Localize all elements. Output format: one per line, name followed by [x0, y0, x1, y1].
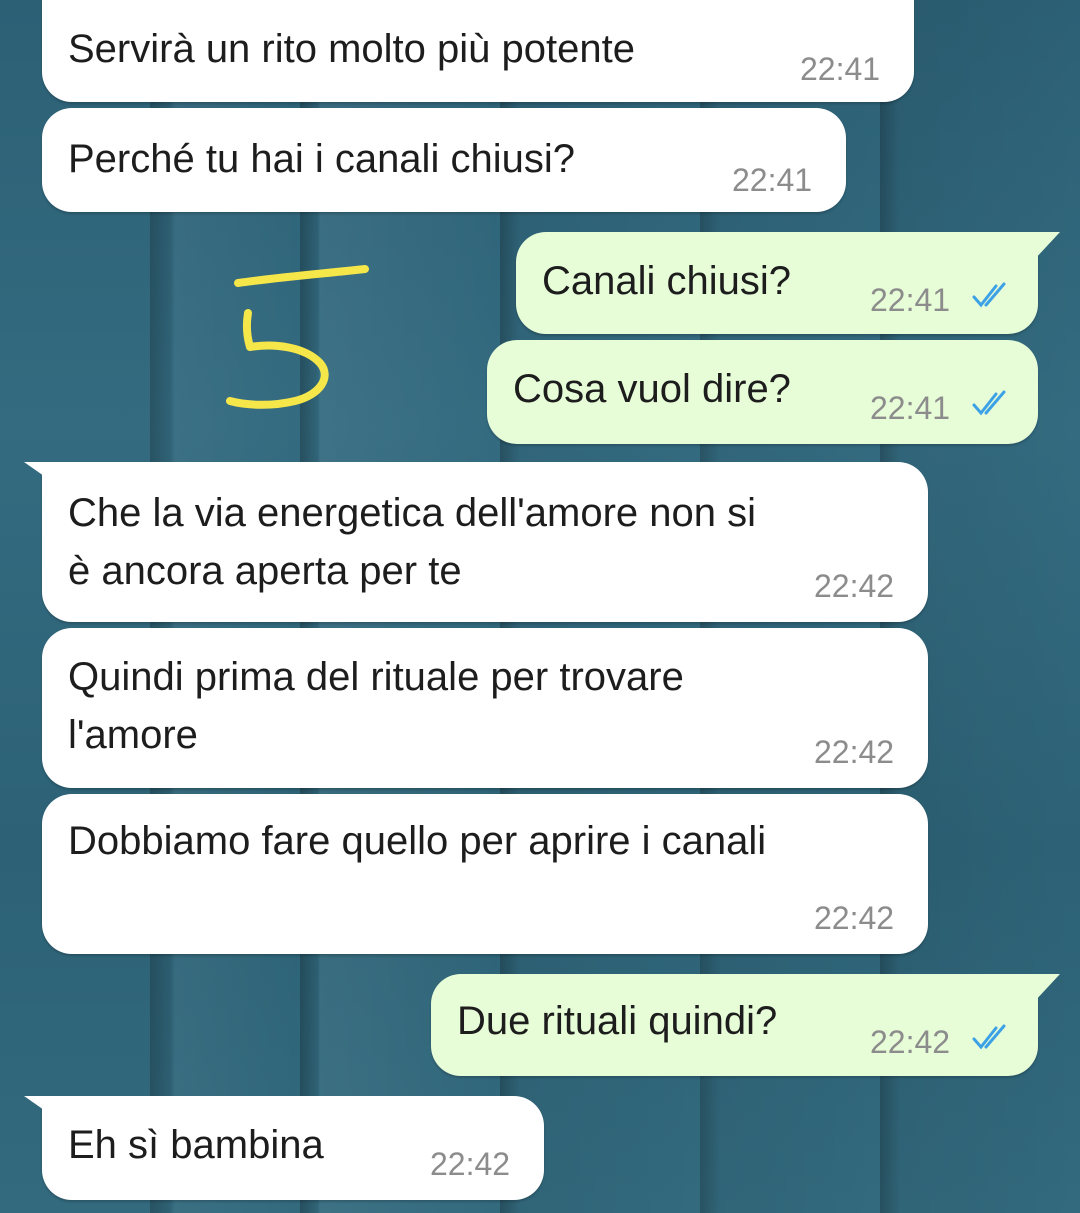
bubble-tail [1016, 974, 1060, 1002]
bubble-tail [24, 462, 64, 490]
message-time: 22:42 [814, 568, 895, 604]
message-time: 22:41 [800, 51, 881, 87]
message-bubble-incoming[interactable]: Quindi prima del rituale per trovare l'a… [42, 628, 928, 788]
message-time: 22:41 [870, 282, 951, 318]
read-receipt-icon [972, 390, 1006, 416]
message-time: 22:42 [814, 900, 895, 936]
read-receipt-icon [972, 282, 1006, 308]
message-bubble-outgoing[interactable]: Due rituali quindi? 22:42 [431, 974, 1060, 1076]
message-text: Cosa vuol dire? [513, 367, 791, 411]
message-text: Perché tu hai i canali chiusi? [68, 137, 575, 181]
message-time: 22:42 [870, 1024, 951, 1060]
message-bubble-incoming[interactable]: Che la via energetica dell'amore non si … [24, 462, 928, 622]
message-time: 22:42 [814, 734, 895, 770]
message-time: 22:41 [732, 162, 813, 198]
message-text: Quindi prima del rituale per trovare l'a… [68, 655, 684, 757]
message-text: Che la via energetica dell'amore non si … [68, 491, 757, 593]
handwritten-number-annotation [226, 265, 369, 409]
message-bubble-outgoing[interactable]: Cosa vuol dire? 22:41 [487, 340, 1038, 444]
message-bubble-incoming[interactable]: Perché tu hai i canali chiusi? 22:41 [42, 108, 846, 212]
bubble-tail [24, 1096, 64, 1124]
message-bubble-incoming[interactable]: Eh sì bambina 22:42 [24, 1096, 544, 1200]
read-receipt-icon [972, 1024, 1006, 1050]
message-bubble-incoming[interactable]: Servirà un rito molto più potente 22:41 [42, 0, 914, 102]
message-text: Canali chiusi? [542, 259, 792, 303]
message-time: 22:41 [870, 390, 951, 426]
bubble-tail [1016, 232, 1060, 260]
message-text: Due rituali quindi? [457, 999, 778, 1043]
message-bubble-outgoing[interactable]: Canali chiusi? 22:41 [516, 232, 1060, 334]
message-text: Dobbiamo fare quello per aprire i canali [68, 819, 767, 863]
message-bubble-incoming[interactable]: Dobbiamo fare quello per aprire i canali… [42, 794, 928, 954]
message-text: Servirà un rito molto più potente [68, 27, 635, 71]
message-time: 22:42 [430, 1146, 511, 1182]
message-text: Eh sì bambina [68, 1123, 324, 1167]
